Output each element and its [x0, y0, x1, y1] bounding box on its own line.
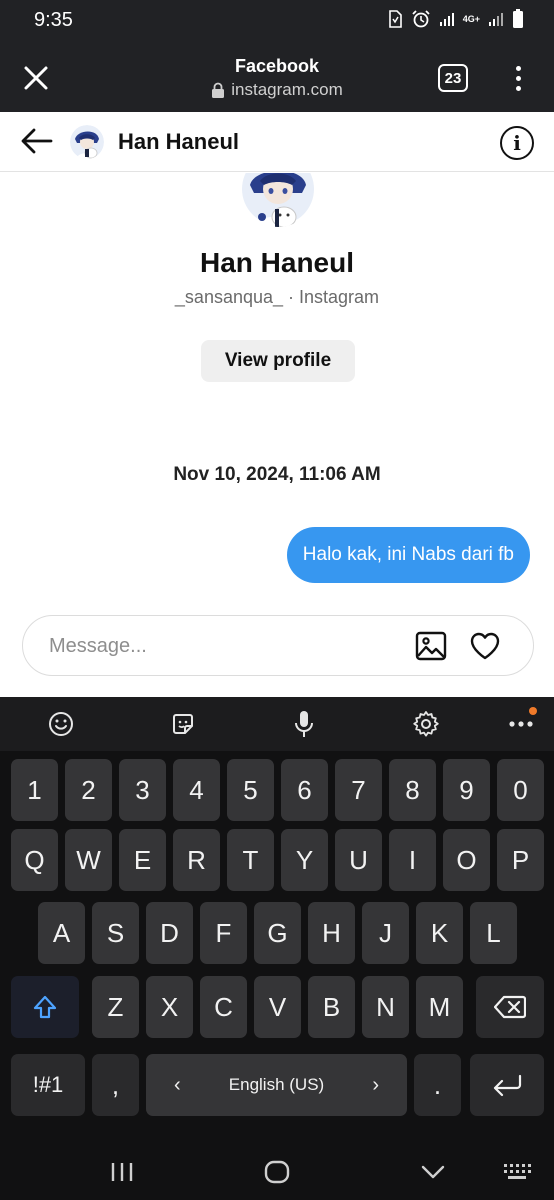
url-text: instagram.com: [231, 80, 343, 99]
key-5[interactable]: 5: [227, 759, 274, 821]
heart-icon: [470, 632, 500, 660]
back-arrow-icon: [21, 128, 53, 154]
recent-apps-button[interactable]: [102, 1157, 142, 1187]
status-time: 9:35: [34, 9, 73, 31]
key-3[interactable]: 3: [119, 759, 166, 821]
key-2[interactable]: 2: [65, 759, 112, 821]
recent-apps-icon: [111, 1163, 133, 1181]
more-options-icon[interactable]: [508, 62, 528, 94]
message-timestamp: Nov 10, 2024, 11:06 AM: [173, 464, 381, 485]
profile-avatar[interactable]: [240, 173, 316, 227]
chat-body: Han Haneul _sansanqua_ · Instagram View …: [0, 173, 554, 697]
sticker-icon[interactable]: [168, 709, 198, 739]
enter-icon: [493, 1074, 522, 1097]
network-type-icon: 4G+: [462, 14, 480, 24]
hide-keyboard-button[interactable]: [413, 1157, 453, 1187]
browser-bar: Facebook instagram.com 23: [0, 42, 554, 112]
gallery-button[interactable]: [415, 630, 447, 667]
key-u[interactable]: U: [335, 829, 382, 891]
microphone-icon[interactable]: [289, 709, 319, 739]
status-bar: 9:35 4G+: [0, 0, 554, 42]
message-composer[interactable]: Message...: [22, 615, 534, 676]
emoji-icon[interactable]: [46, 709, 76, 739]
key-8[interactable]: 8: [389, 759, 436, 821]
backspace-icon: [494, 995, 526, 1019]
settings-gear-icon[interactable]: [411, 709, 441, 739]
key-k[interactable]: K: [416, 902, 463, 964]
chevron-down-icon: [421, 1165, 445, 1179]
key-x[interactable]: X: [146, 976, 193, 1038]
period-key[interactable]: .: [414, 1054, 461, 1116]
alarm-icon: [411, 10, 431, 28]
key-c[interactable]: C: [200, 976, 247, 1038]
notification-dot: [529, 707, 537, 715]
url-display[interactable]: instagram.com: [0, 80, 554, 100]
key-z[interactable]: Z: [92, 976, 139, 1038]
symbols-key[interactable]: !#1: [11, 1054, 85, 1116]
profile-username: _sansanqua_ · Instagram: [174, 287, 380, 307]
keyboard-icon: [504, 1164, 531, 1179]
shift-key[interactable]: [11, 976, 79, 1038]
status-icons: 4G+: [387, 9, 524, 29]
tab-switcher-button[interactable]: 23: [438, 64, 468, 92]
view-profile-button[interactable]: View profile: [201, 340, 355, 382]
language-label: English (US): [228, 1075, 325, 1094]
key-y[interactable]: Y: [281, 829, 328, 891]
key-l[interactable]: L: [470, 902, 517, 964]
language-prev-icon: ‹: [174, 1073, 181, 1096]
key-b[interactable]: B: [308, 976, 355, 1038]
key-6[interactable]: 6: [281, 759, 328, 821]
key-r[interactable]: R: [173, 829, 220, 891]
enter-key[interactable]: [470, 1054, 544, 1116]
spacebar-key[interactable]: ‹ English (US) ›: [146, 1054, 407, 1116]
key-v[interactable]: V: [254, 976, 301, 1038]
backspace-key[interactable]: [476, 976, 544, 1038]
key-p[interactable]: P: [497, 829, 544, 891]
key-t[interactable]: T: [227, 829, 274, 891]
sent-message-bubble[interactable]: Halo kak, ini Nabs dari fb: [286, 527, 530, 583]
system-navigation-bar: [0, 1149, 554, 1200]
home-button[interactable]: [257, 1157, 297, 1187]
key-1[interactable]: 1: [11, 759, 58, 821]
sim-icon: [387, 10, 403, 28]
language-next-icon: ›: [372, 1073, 379, 1096]
home-icon: [264, 1160, 290, 1184]
battery-icon: [512, 9, 524, 29]
keyboard-toolbar: [0, 697, 554, 751]
key-4[interactable]: 4: [173, 759, 220, 821]
key-h[interactable]: H: [308, 902, 355, 964]
key-o[interactable]: O: [443, 829, 490, 891]
header-avatar[interactable]: [70, 125, 104, 159]
key-0[interactable]: 0: [497, 759, 544, 821]
key-d[interactable]: D: [146, 902, 193, 964]
chat-header-name[interactable]: Han Haneul: [118, 129, 239, 155]
key-w[interactable]: W: [65, 829, 112, 891]
key-g[interactable]: G: [254, 902, 301, 964]
key-n[interactable]: N: [362, 976, 409, 1038]
profile-name: Han Haneul: [199, 247, 355, 278]
key-m[interactable]: M: [416, 976, 463, 1038]
key-s[interactable]: S: [92, 902, 139, 964]
key-7[interactable]: 7: [335, 759, 382, 821]
back-button[interactable]: [20, 126, 54, 156]
comma-key[interactable]: ,: [92, 1054, 139, 1116]
browser-title: Facebook: [234, 56, 320, 76]
key-q[interactable]: Q: [11, 829, 58, 891]
signal-icon-2: [488, 11, 504, 27]
key-e[interactable]: E: [119, 829, 166, 891]
key-9[interactable]: 9: [443, 759, 490, 821]
key-j[interactable]: J: [362, 902, 409, 964]
shift-arrow-icon: [33, 995, 57, 1019]
message-input[interactable]: Message...: [49, 635, 147, 658]
switch-keyboard-button[interactable]: [497, 1157, 537, 1187]
key-i[interactable]: I: [389, 829, 436, 891]
image-icon: [415, 631, 447, 661]
on-screen-keyboard: 1 2 3 4 5 6 7 8 9 0 Q W E R T Y U I O P …: [0, 697, 554, 1149]
like-button[interactable]: [469, 630, 501, 667]
lock-icon: [212, 82, 225, 98]
info-icon[interactable]: i: [500, 126, 534, 160]
signal-icon: [439, 11, 455, 27]
key-a[interactable]: A: [38, 902, 85, 964]
key-f[interactable]: F: [200, 902, 247, 964]
